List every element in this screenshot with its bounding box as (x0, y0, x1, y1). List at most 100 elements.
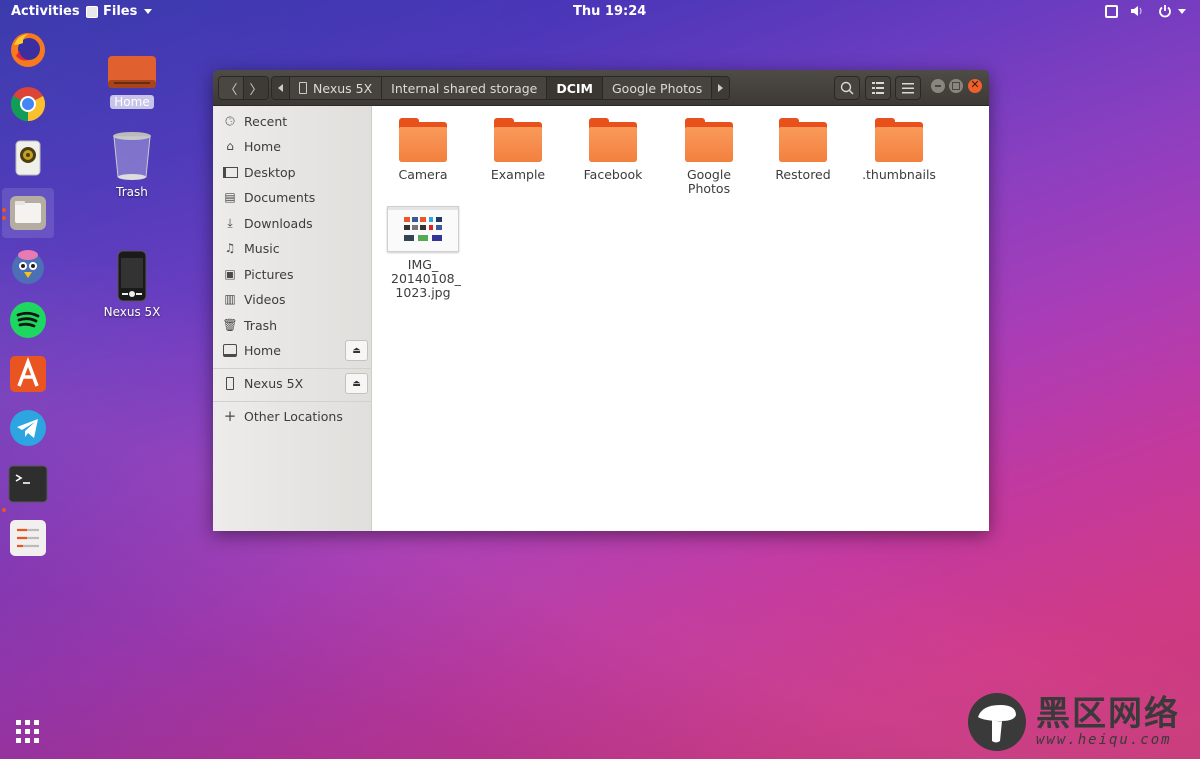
sidebar-item-other-locations[interactable]: + Other Locations (213, 404, 371, 428)
dock-files[interactable] (2, 188, 54, 238)
folder-item[interactable]: Example (475, 118, 561, 182)
sidebar-item-music[interactable]: ♫ Music (213, 236, 371, 260)
breadcrumb: Nexus 5X Internal shared storage DCIM Go… (271, 76, 731, 100)
arrow-left-icon (278, 84, 283, 92)
power-icon[interactable] (1158, 4, 1172, 18)
folder-icon (875, 118, 923, 162)
arrow-right-icon (718, 84, 724, 92)
home-drive-icon (108, 56, 156, 88)
sidebar-item-home[interactable]: ⌂ Home (213, 134, 371, 158)
dock-firefox[interactable] (8, 30, 48, 70)
trash-icon: 🗑︎ (222, 318, 238, 332)
mushroom-logo-icon (968, 693, 1026, 751)
sidebar-item-label: Documents (244, 189, 316, 205)
sidebar-item-recent[interactable]: 🕓︎ Recent (213, 109, 371, 133)
breadcrumb-item[interactable]: Internal shared storage (382, 77, 548, 99)
sidebar-item-downloads[interactable]: ⤓ Downloads (213, 211, 371, 235)
breadcrumb-label: Google Photos (612, 80, 703, 96)
folder-item[interactable]: Camera (380, 118, 466, 182)
dock-rhythmbox[interactable] (8, 138, 48, 178)
image-thumbnail (387, 206, 459, 252)
folder-icon (685, 118, 733, 162)
image-file-item[interactable]: IMG_ 20140108_ 1023.jpg (380, 206, 466, 300)
top-bar: Activities Files Thu 19:24 (0, 0, 1200, 24)
film-icon: ▥ (224, 292, 236, 306)
folder-item[interactable]: Restored (760, 118, 846, 182)
sidebar-item-label: Recent (244, 113, 288, 129)
system-menu-chevron-icon[interactable] (1178, 8, 1186, 14)
chevron-down-icon (144, 9, 153, 14)
dock-terminal[interactable] (8, 464, 48, 504)
volume-icon[interactable] (1130, 4, 1146, 18)
folder-item[interactable]: .thumbnails (856, 118, 942, 182)
dock-settings[interactable] (8, 518, 48, 558)
telegram-icon (10, 410, 46, 446)
sidebar-item-label: Videos (244, 291, 286, 307)
sidebar-item-videos[interactable]: ▥ Videos (213, 287, 371, 311)
eject-button[interactable]: ⏏ (345, 340, 368, 361)
minimize-button[interactable] (931, 79, 945, 93)
breadcrumb-scroll-right[interactable] (712, 77, 730, 99)
folder-item[interactable]: Facebook (570, 118, 656, 182)
clock[interactable]: Thu 19:24 (573, 4, 646, 19)
dock-chrome[interactable] (8, 84, 48, 124)
dock-bird-app[interactable] (8, 246, 48, 286)
eject-icon: ⏏ (352, 345, 361, 356)
desktop-icon-trash[interactable]: Trash (92, 130, 172, 199)
maximize-icon (952, 82, 960, 90)
breadcrumb-item[interactable]: Google Photos (603, 77, 713, 99)
sidebar-item-documents[interactable]: ▤ Documents (213, 185, 371, 209)
running-indicator (2, 216, 6, 220)
forward-button[interactable]: 〉 (243, 77, 268, 99)
speaker-icon (15, 140, 41, 176)
breadcrumb-label: Internal shared storage (391, 80, 538, 96)
phone-icon (117, 250, 147, 302)
system-tray[interactable] (1105, 4, 1186, 18)
file-name: IMG_ 20140108_ 1023.jpg (391, 257, 461, 300)
desktop-icon-label: Home (110, 95, 154, 109)
sidebar-item-trash[interactable]: 🗑︎ Trash (213, 313, 371, 337)
activities-button[interactable]: Activities (11, 4, 80, 19)
breadcrumb-scroll-left[interactable] (272, 77, 290, 99)
sidebar-item-pictures[interactable]: ▣ Pictures (213, 262, 371, 286)
software-center-icon (10, 356, 46, 392)
maximize-button[interactable] (949, 79, 963, 93)
sidebar-item-nexus-5x[interactable]: Nexus 5X ⏏ (213, 371, 371, 395)
indicator-icon[interactable] (1105, 4, 1118, 18)
desktop-icon-home[interactable]: Home (92, 52, 172, 109)
show-applications-button[interactable] (8, 712, 48, 752)
firefox-icon (11, 33, 45, 67)
desktop-icon-label: Trash (116, 185, 148, 199)
dock-spotify[interactable] (8, 300, 48, 340)
folder-item[interactable]: Google Photos (666, 118, 752, 196)
search-button[interactable] (834, 76, 860, 100)
back-button[interactable]: 〈 (219, 77, 243, 99)
terminal-icon (8, 465, 48, 503)
files-icon (10, 196, 46, 230)
eject-button[interactable]: ⏏ (345, 373, 368, 394)
menu-button[interactable] (895, 76, 921, 100)
file-name: Facebook (583, 167, 643, 182)
sidebar-item-label: Trash (244, 317, 278, 333)
file-name: .thumbnails (862, 167, 936, 182)
dock-telegram[interactable] (8, 408, 48, 448)
files-app-icon (86, 5, 98, 18)
close-button[interactable]: ✕ (968, 78, 982, 93)
hamburger-menu-icon (902, 82, 914, 93)
sidebar-item-label: Home (244, 138, 281, 154)
breadcrumb-item[interactable]: Nexus 5X (290, 77, 383, 99)
dock-ubuntu-software[interactable] (8, 354, 48, 394)
breadcrumb-item-current[interactable]: DCIM (547, 77, 603, 99)
sidebar-item-home-drive[interactable]: Home ⏏ (213, 338, 371, 362)
watermark: 黑区网络 www.heiqu.com (968, 693, 1180, 751)
sidebar-item-label: Music (244, 240, 280, 256)
view-toggle-button[interactable] (865, 76, 891, 100)
desktop-icon-nexus-5x[interactable]: Nexus 5X (92, 250, 172, 319)
watermark-title: 黑区网络 (1036, 694, 1180, 734)
sidebar-item-desktop[interactable]: Desktop (213, 160, 371, 184)
app-menu[interactable]: Files (86, 4, 153, 19)
sidebar-item-label: Nexus 5X (244, 375, 304, 391)
minimize-icon (935, 85, 941, 87)
files-window: 〈 〉 Nexus 5X Internal shared storage DCI… (213, 70, 989, 531)
app-menu-label: Files (103, 4, 138, 19)
